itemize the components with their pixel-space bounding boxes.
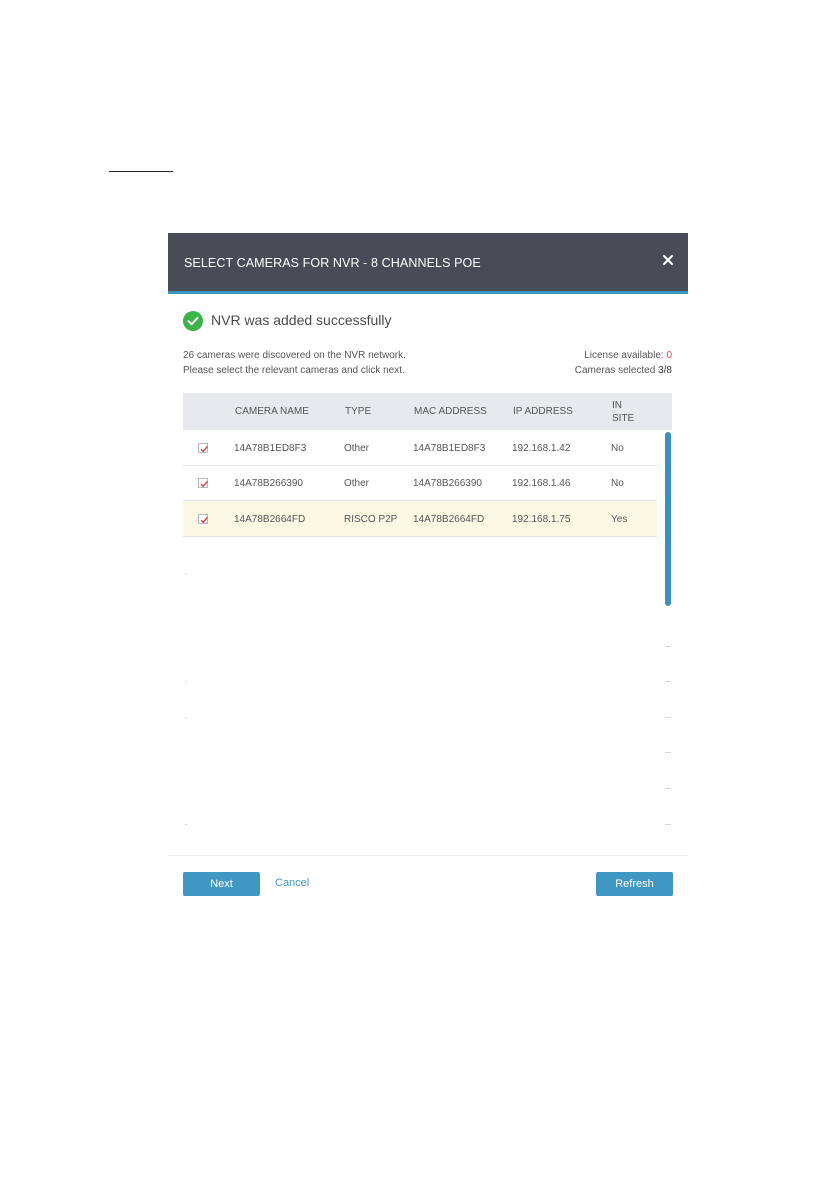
table-row[interactable]: 14A78B2664FD RISCO P2P 14A78B2664FD 192.… <box>183 502 657 537</box>
header-mac-address[interactable]: MAC ADDRESS <box>414 406 487 417</box>
row-checkbox[interactable] <box>198 443 208 453</box>
instruction-text: Please select the relevant cameras and c… <box>183 365 405 376</box>
header-type[interactable]: TYPE <box>345 406 371 417</box>
next-button[interactable]: Next <box>183 872 260 896</box>
success-message: NVR was added successfully <box>211 312 392 328</box>
dialog-title: SELECT CAMERAS FOR NVR - 8 CHANNELS POE <box>184 256 481 270</box>
header-in-site[interactable]: IN SITE <box>612 399 634 425</box>
row-divider-tick <box>185 824 187 825</box>
row-checkbox[interactable] <box>198 478 208 488</box>
checkmark-icon <box>200 480 208 488</box>
row-divider-tick <box>665 788 671 789</box>
cell-mac-address: 14A78B266390 <box>413 478 482 489</box>
cancel-link[interactable]: Cancel <box>275 877 309 889</box>
discovery-info: 26 cameras were discovered on the NVR ne… <box>183 348 406 378</box>
header-in-site-line2: SITE <box>612 413 635 424</box>
license-value: 0 <box>666 350 672 361</box>
cell-type: RISCO P2P <box>344 514 398 525</box>
cell-ip-address: 192.168.1.46 <box>512 478 571 489</box>
checkmark-icon <box>200 516 208 524</box>
license-info: License available: 0 Cameras selected 3/… <box>575 348 672 378</box>
selected-value: 3/8 <box>658 365 672 376</box>
cell-type: Other <box>344 478 370 489</box>
table-header: CAMERA NAME TYPE MAC ADDRESS IP ADDRESS … <box>183 393 672 430</box>
discovered-text: 26 cameras were discovered on the NVR ne… <box>183 350 406 361</box>
cell-camera-name: 14A78B1ED8F3 <box>234 443 307 454</box>
table-row[interactable]: 14A78B266390 Other 14A78B266390 192.168.… <box>183 466 657 501</box>
header-camera-name[interactable]: CAMERA NAME <box>235 406 309 417</box>
cell-ip-address: 192.168.1.75 <box>512 514 571 525</box>
cell-mac-address: 14A78B1ED8F3 <box>413 443 486 454</box>
check-circle-icon <box>183 311 203 331</box>
row-divider-tick <box>665 824 671 825</box>
row-divider-tick <box>665 681 671 682</box>
selected-label: Cameras selected <box>574 365 656 376</box>
row-divider-tick <box>185 681 187 682</box>
row-divider-tick <box>665 752 671 753</box>
row-divider-tick <box>185 717 187 718</box>
license-row: License available: 0 <box>575 348 672 363</box>
page-underline <box>109 171 173 172</box>
table-scrollbar[interactable] <box>665 432 671 606</box>
cell-mac-address: 14A78B2664FD <box>413 514 485 525</box>
table-row[interactable]: 14A78B1ED8F3 Other 14A78B1ED8F3 192.168.… <box>183 431 657 466</box>
row-divider-tick <box>665 717 671 718</box>
select-cameras-dialog: SELECT CAMERAS FOR NVR - 8 CHANNELS POE … <box>168 233 688 904</box>
selected-row: Cameras selected 3/8 <box>575 363 672 378</box>
cell-type: Other <box>344 443 370 454</box>
checkmark-icon <box>200 445 208 453</box>
cell-in-site: No <box>611 478 624 489</box>
footer-divider <box>168 855 688 856</box>
cell-ip-address: 192.168.1.42 <box>512 443 571 454</box>
cell-camera-name: 14A78B266390 <box>234 478 303 489</box>
row-checkbox[interactable] <box>198 514 208 524</box>
cell-in-site: No <box>611 443 624 454</box>
header-in-site-line1: IN <box>612 400 622 411</box>
license-label: License available: <box>584 350 664 361</box>
refresh-button[interactable]: Refresh <box>596 872 673 896</box>
row-divider-tick <box>665 646 671 647</box>
row-divider-tick <box>185 573 187 574</box>
dialog-header: SELECT CAMERAS FOR NVR - 8 CHANNELS POE <box>168 233 688 294</box>
cell-camera-name: 14A78B2664FD <box>234 514 306 525</box>
cell-in-site: Yes <box>611 514 628 525</box>
close-icon[interactable] <box>661 253 675 267</box>
header-ip-address[interactable]: IP ADDRESS <box>513 406 573 417</box>
